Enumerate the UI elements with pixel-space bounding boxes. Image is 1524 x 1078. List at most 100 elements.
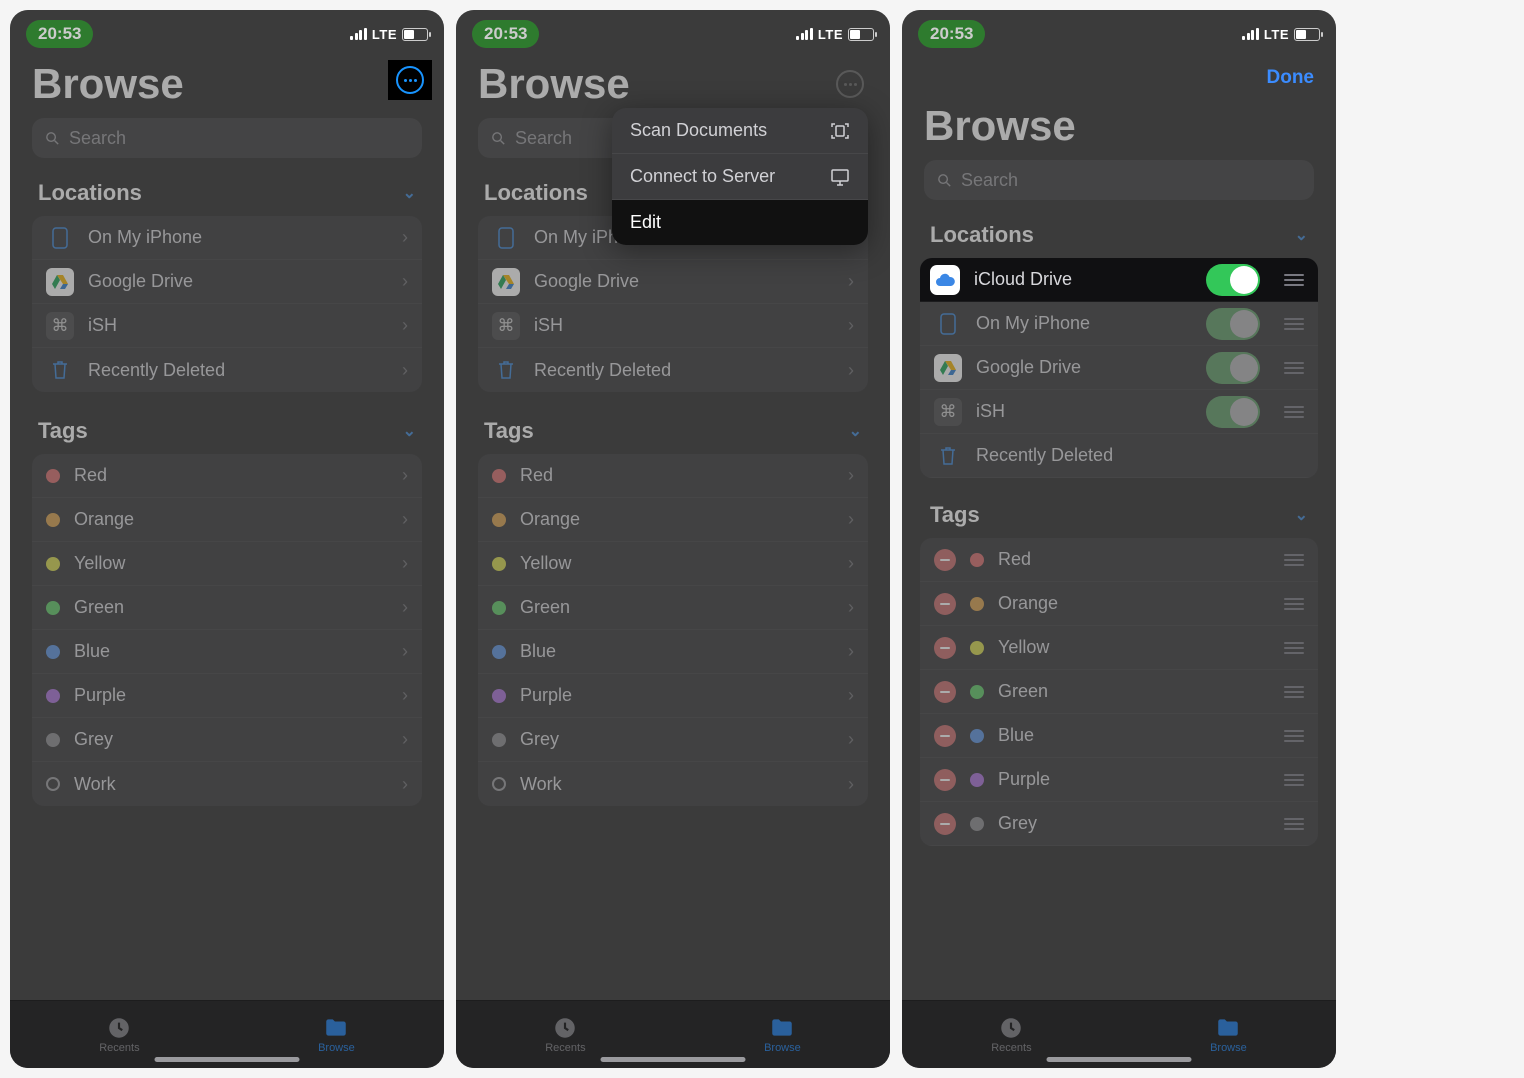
menu-edit[interactable]: Edit	[612, 200, 868, 245]
chevron-down-icon: ⌄	[1295, 505, 1308, 525]
locations-header[interactable]: Locations ⌄	[902, 218, 1336, 258]
reorder-handle[interactable]	[1284, 686, 1304, 698]
tags-header[interactable]: Tags ⌄	[456, 414, 890, 454]
network-label: LTE	[1264, 27, 1289, 42]
tab-recents[interactable]: Recents	[99, 1015, 139, 1054]
tag-dot-icon	[970, 597, 984, 611]
tag-orange[interactable]: Orange›	[32, 498, 422, 542]
delete-icon[interactable]	[934, 725, 956, 747]
tag-purple[interactable]: Purple›	[32, 674, 422, 718]
toggle-icloud[interactable]	[1206, 264, 1260, 296]
toggle-on-my-iphone[interactable]	[1206, 308, 1260, 340]
edit-tag-blue[interactable]: Blue	[920, 714, 1318, 758]
reorder-handle[interactable]	[1284, 598, 1304, 610]
reorder-handle[interactable]	[1284, 554, 1304, 566]
location-google-drive[interactable]: Google Drive ›	[478, 260, 868, 304]
search-input[interactable]: Search	[924, 160, 1314, 200]
row-label: Google Drive	[534, 271, 639, 292]
delete-icon[interactable]	[934, 813, 956, 835]
tag-blue[interactable]: Blue›	[478, 630, 868, 674]
tab-recents[interactable]: Recents	[991, 1015, 1031, 1054]
tag-yellow[interactable]: Yellow›	[32, 542, 422, 586]
chevron-right-icon: ›	[848, 271, 854, 292]
reorder-handle[interactable]	[1284, 730, 1304, 742]
tab-label: Browse	[318, 1042, 355, 1054]
tag-yellow[interactable]: Yellow›	[478, 542, 868, 586]
reorder-handle[interactable]	[1284, 818, 1304, 830]
location-ish[interactable]: ⌘ iSH ›	[32, 304, 422, 348]
location-google-drive[interactable]: Google Drive ›	[32, 260, 422, 304]
iphone-icon	[934, 310, 962, 338]
reorder-handle[interactable]	[1284, 274, 1304, 286]
tab-recents[interactable]: Recents	[545, 1015, 585, 1054]
tab-label: Browse	[1210, 1042, 1247, 1054]
edit-google-drive[interactable]: Google Drive	[920, 346, 1318, 390]
reorder-handle[interactable]	[1284, 642, 1304, 654]
ish-icon: ⌘	[46, 312, 74, 340]
location-ish[interactable]: ⌘ iSH›	[478, 304, 868, 348]
row-label: Yellow	[998, 637, 1260, 658]
toggle-ish[interactable]	[1206, 396, 1260, 428]
edit-on-my-iphone[interactable]: On My iPhone	[920, 302, 1318, 346]
locations-header[interactable]: Locations ⌄	[10, 176, 444, 216]
chevron-right-icon: ›	[848, 729, 854, 750]
edit-tag-purple[interactable]: Purple	[920, 758, 1318, 802]
tag-green[interactable]: Green›	[32, 586, 422, 630]
tag-dot-icon	[46, 601, 60, 615]
tag-red[interactable]: Red›	[32, 454, 422, 498]
tag-red[interactable]: Red›	[478, 454, 868, 498]
reorder-handle[interactable]	[1284, 362, 1304, 374]
edit-tag-green[interactable]: Green	[920, 670, 1318, 714]
menu-label: Scan Documents	[630, 120, 767, 141]
search-input[interactable]: Search	[32, 118, 422, 158]
reorder-handle[interactable]	[1284, 774, 1304, 786]
tag-grey[interactable]: Grey›	[32, 718, 422, 762]
location-recently-deleted[interactable]: Recently Deleted ›	[32, 348, 422, 392]
tag-green[interactable]: Green›	[478, 586, 868, 630]
tag-blue[interactable]: Blue›	[32, 630, 422, 674]
tag-work[interactable]: Work›	[32, 762, 422, 806]
edit-recently-deleted[interactable]: Recently Deleted	[920, 434, 1318, 478]
edit-icloud-drive[interactable]: iCloud Drive	[920, 258, 1318, 302]
home-indicator[interactable]	[601, 1057, 746, 1062]
row-label: Recently Deleted	[534, 360, 671, 381]
edit-tag-yellow[interactable]: Yellow	[920, 626, 1318, 670]
chevron-down-icon: ⌄	[849, 421, 862, 441]
delete-icon[interactable]	[934, 549, 956, 571]
more-button[interactable]	[388, 60, 432, 100]
tab-browse[interactable]: Browse	[1210, 1015, 1247, 1054]
chevron-right-icon: ›	[848, 641, 854, 662]
edit-tag-orange[interactable]: Orange	[920, 582, 1318, 626]
tag-dot-icon	[46, 469, 60, 483]
tag-grey[interactable]: Grey›	[478, 718, 868, 762]
edit-tag-red[interactable]: Red	[920, 538, 1318, 582]
delete-icon[interactable]	[934, 637, 956, 659]
reorder-handle[interactable]	[1284, 406, 1304, 418]
tab-browse[interactable]: Browse	[764, 1015, 801, 1054]
home-indicator[interactable]	[1047, 1057, 1192, 1062]
edit-ish[interactable]: ⌘ iSH	[920, 390, 1318, 434]
menu-connect-to-server[interactable]: Connect to Server	[612, 154, 868, 200]
delete-icon[interactable]	[934, 681, 956, 703]
time-pill: 20:53	[26, 20, 93, 48]
location-recently-deleted[interactable]: Recently Deleted›	[478, 348, 868, 392]
delete-icon[interactable]	[934, 769, 956, 791]
toggle-google-drive[interactable]	[1206, 352, 1260, 384]
row-label: Blue	[74, 641, 110, 662]
tag-work[interactable]: Work›	[478, 762, 868, 806]
done-button[interactable]: Done	[1267, 67, 1315, 89]
row-label: iSH	[88, 315, 117, 336]
edit-tag-grey[interactable]: Grey	[920, 802, 1318, 846]
tab-browse[interactable]: Browse	[318, 1015, 355, 1054]
tag-orange[interactable]: Orange›	[478, 498, 868, 542]
delete-icon[interactable]	[934, 593, 956, 615]
chevron-down-icon: ⌄	[1295, 225, 1308, 245]
reorder-handle[interactable]	[1284, 318, 1304, 330]
tags-header[interactable]: Tags ⌄	[10, 414, 444, 454]
menu-scan-documents[interactable]: Scan Documents	[612, 108, 868, 154]
home-indicator[interactable]	[155, 1057, 300, 1062]
location-on-my-iphone[interactable]: On My iPhone ›	[32, 216, 422, 260]
search-icon	[44, 130, 61, 147]
tag-purple[interactable]: Purple›	[478, 674, 868, 718]
tags-header[interactable]: Tags ⌄	[902, 498, 1336, 538]
